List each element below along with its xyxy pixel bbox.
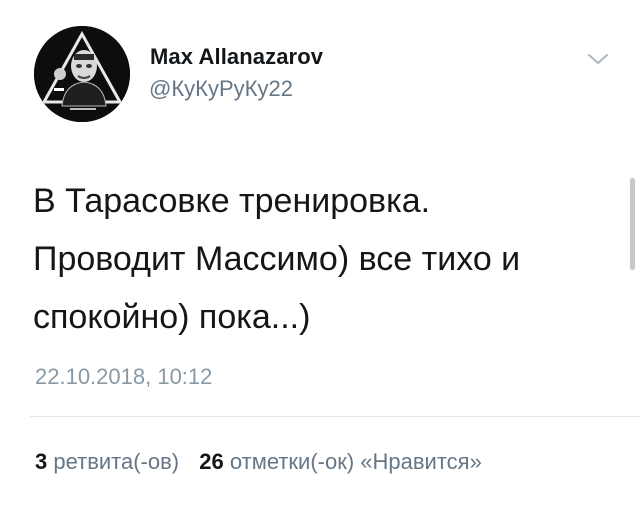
avatar-image <box>34 26 130 122</box>
scrollbar[interactable] <box>630 178 635 270</box>
tweet-card: Max Allanazarov @КуКуРуКу22 В Тарасовке … <box>0 0 640 506</box>
tweet-text: В Тарасовке тренировка. Проводит Массимо… <box>33 182 521 336</box>
retweets-count[interactable]: 3 <box>35 449 47 474</box>
likes-count[interactable]: 26 <box>199 449 223 474</box>
avatar[interactable] <box>34 26 130 122</box>
chevron-down-icon[interactable] <box>586 50 610 68</box>
retweets-label[interactable]: ретвита(-ов) <box>53 449 179 474</box>
likes-label[interactable]: отметки(-ок) «Нравится» <box>230 449 482 474</box>
display-name[interactable]: Max Allanazarov <box>150 44 323 70</box>
tweet-stats: 3 ретвита(-ов) 26 отметки(-ок) «Нравится… <box>35 449 482 475</box>
tweet-timestamp[interactable]: 22.10.2018, 10:12 <box>35 364 212 390</box>
user-handle[interactable]: @КуКуРуКу22 <box>149 76 293 102</box>
divider <box>30 416 640 417</box>
